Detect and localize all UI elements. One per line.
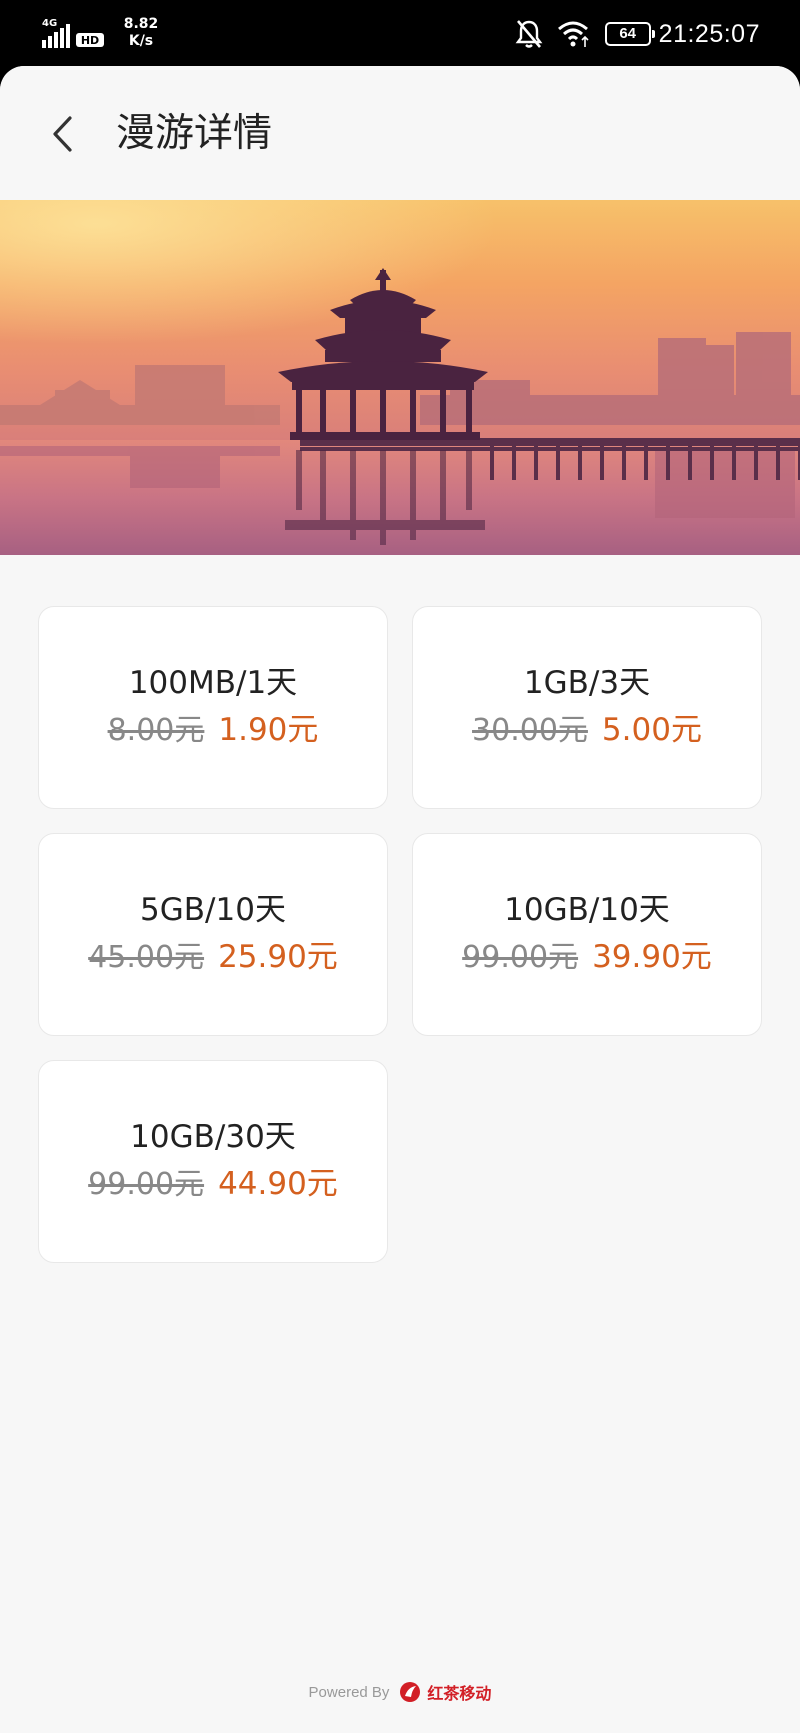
bridge-post [732,446,736,480]
page-title: 漫游详情 [116,111,273,156]
powered-by-label: Powered By [308,1683,390,1701]
header-bar: 漫游详情 [0,66,800,200]
plan-card[interactable]: 10GB/10天 99.00元 39.90元 [412,833,762,1036]
back-button[interactable] [40,106,84,162]
battery-icon: 64 [604,22,655,46]
banner-image [0,200,800,555]
bridge-post [776,446,780,480]
wifi-icon [557,21,589,47]
plan-original-price: 45.00元 [88,940,205,975]
plan-price: 39.90元 [592,939,712,975]
plan-card[interactable]: 5GB/10天 45.00元 25.90元 [38,833,388,1036]
plan-grid: 100MB/1天 8.00元 1.90元 1GB/3天 30.00元 5.00元… [38,606,762,1263]
page-container: 漫游详情 100MB/1天 8.00元 1.90元 1GB/3天 30.00元 … [0,66,800,1733]
bridge-post [600,446,604,480]
plan-card[interactable]: 100MB/1天 8.00元 1.90元 [38,606,388,809]
bell-muted-icon [515,20,543,48]
status-time: 21:25:07 [658,19,760,48]
plan-prices: 45.00元 25.90元 [88,934,338,981]
footer: Powered By 红茶移动 [0,1677,800,1707]
plan-card[interactable]: 10GB/30天 99.00元 44.90元 [38,1060,388,1263]
plan-price: 44.90元 [218,1166,338,1202]
bridge-post [490,446,494,480]
bridge-post [644,446,648,480]
bridge-post [534,446,538,480]
bridge-post [710,446,714,480]
plan-original-price: 99.00元 [462,940,579,975]
plan-prices: 30.00元 5.00元 [472,707,702,754]
plan-original-price: 30.00元 [472,713,588,748]
plan-name: 10GB/10天 [504,892,670,928]
bridge-post [666,446,670,480]
plan-name: 100MB/1天 [128,665,298,701]
status-right: 64 21:25:07 [515,18,760,50]
network-speed-value: 8.82 [123,16,159,32]
bridge-post [688,446,692,480]
signal-icon: 4G HD [42,18,104,48]
plan-card[interactable]: 1GB/3天 30.00元 5.00元 [412,606,762,809]
plan-prices: 99.00元 39.90元 [462,934,712,981]
chevron-left-icon[interactable] [50,115,74,153]
plan-price: 1.90元 [218,712,319,748]
plan-original-price: 8.00元 [107,713,205,748]
plan-name: 10GB/30天 [130,1119,296,1155]
bridge-post [556,446,560,480]
network-type-label: 4G [42,18,57,29]
hongcha-logo-icon [400,1682,421,1702]
plan-prices: 8.00元 1.90元 [108,707,319,754]
plan-price: 5.00元 [601,712,702,748]
plan-price: 25.90元 [218,939,338,975]
plan-name: 5GB/10天 [140,892,286,928]
plan-original-price: 99.00元 [88,1167,205,1202]
plan-prices: 99.00元 44.90元 [88,1161,338,1208]
network-speed-unit: K/s [128,33,154,49]
footer-brand: 红茶移动 [427,1684,492,1703]
bridge-post [578,446,582,480]
status-bar: 4G HD 8.82 K/s 64 21:25:07 [0,0,800,66]
bridge-post [622,446,626,480]
plan-name: 1GB/3天 [523,665,651,701]
bridge-post [512,446,516,480]
hd-icon: HD [81,34,99,47]
bridge-post [754,446,758,480]
network-speed: 8.82 K/s [122,16,160,50]
